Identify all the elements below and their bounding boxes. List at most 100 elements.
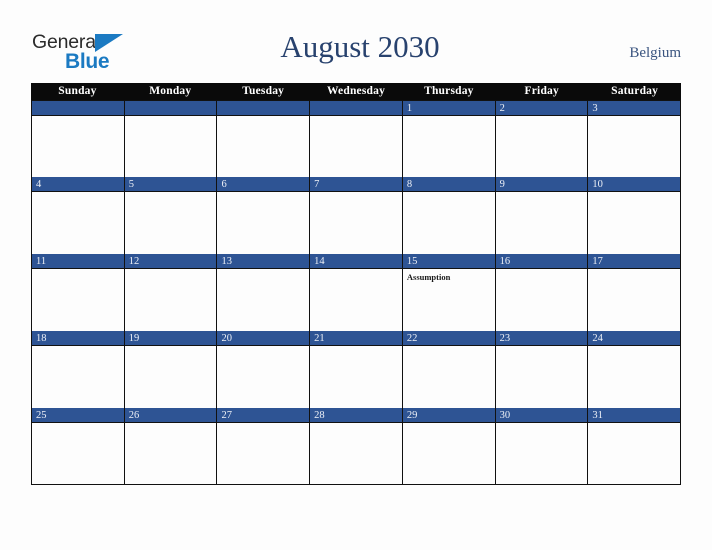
day-events <box>588 269 680 331</box>
calendar-grid: Sunday Monday Tuesday Wednesday Thursday… <box>31 83 682 485</box>
day-events <box>217 192 309 254</box>
day-events <box>588 423 680 484</box>
calendar-day-cell[interactable]: 2 <box>495 101 589 177</box>
day-events <box>310 269 402 331</box>
day-events <box>588 192 680 254</box>
calendar-day-cell[interactable]: 31 <box>588 408 682 484</box>
calendar-day-cell[interactable]: 4 <box>32 177 125 254</box>
calendar-day-cell[interactable]: 21 <box>310 331 403 408</box>
calendar-day-cell[interactable]: 28 <box>310 408 403 484</box>
day-number: 19 <box>124 331 217 346</box>
day-number: 7 <box>310 177 402 192</box>
day-events <box>32 423 124 484</box>
day-number: 13 <box>217 254 310 269</box>
calendar-day-cell[interactable]: 27 <box>217 408 311 484</box>
day-events <box>403 423 495 484</box>
day-number: 25 <box>32 408 124 423</box>
calendar-week-row: 123 <box>31 100 682 177</box>
day-events <box>310 346 402 408</box>
day-events <box>310 423 402 484</box>
day-events <box>496 423 588 484</box>
weekday-header-sunday: Sunday <box>58 85 97 97</box>
calendar-week-row: 4 5 6 7 8 9 10 <box>31 177 682 254</box>
day-number <box>217 101 310 116</box>
day-number: 6 <box>217 177 310 192</box>
day-events <box>496 116 588 177</box>
day-number: 26 <box>124 408 217 423</box>
calendar-day-cell[interactable]: 3 <box>588 101 682 177</box>
weekday-header-wednesday: Wednesday <box>326 85 386 97</box>
day-number: 12 <box>124 254 217 269</box>
calendar-day-cell-empty <box>32 101 125 177</box>
weekday-header-tuesday: Tuesday <box>242 85 285 97</box>
calendar-day-cell[interactable]: 23 <box>495 331 589 408</box>
weekday-header-row: Sunday Monday Tuesday Wednesday Thursday… <box>31 83 681 100</box>
day-events <box>588 116 680 177</box>
day-number <box>310 101 402 116</box>
day-events <box>217 269 309 331</box>
calendar-day-cell[interactable]: 20 <box>217 331 311 408</box>
calendar-day-cell[interactable]: 14 <box>310 254 403 331</box>
day-number: 2 <box>495 101 588 116</box>
calendar-day-cell[interactable]: 7 <box>310 177 403 254</box>
calendar-day-cell[interactable]: 10 <box>588 177 682 254</box>
day-events <box>125 346 217 408</box>
day-number: 1 <box>402 101 495 116</box>
day-events <box>125 269 217 331</box>
calendar-day-cell[interactable]: 11 <box>32 254 125 331</box>
calendar-day-cell[interactable]: 22 <box>402 331 496 408</box>
day-number <box>32 101 124 116</box>
day-number: 22 <box>402 331 495 346</box>
day-number: 17 <box>588 254 681 269</box>
calendar-day-cell[interactable]: 29 <box>402 408 496 484</box>
calendar-week-row: 25 26 27 28 29 30 31 <box>31 408 682 485</box>
day-events <box>125 116 217 177</box>
day-events <box>496 269 588 331</box>
day-number: 10 <box>588 177 681 192</box>
page-title: August 2030 <box>280 29 440 64</box>
holiday-label: Assumption <box>406 272 451 282</box>
day-events <box>310 116 402 177</box>
day-number: 3 <box>588 101 681 116</box>
calendar-day-cell[interactable]: 9 <box>495 177 589 254</box>
day-number: 27 <box>217 408 310 423</box>
day-number: 11 <box>32 254 124 269</box>
weekday-header-friday: Friday <box>524 85 559 97</box>
day-number: 9 <box>495 177 588 192</box>
region-label: Belgium <box>629 45 681 61</box>
calendar-day-cell[interactable]: 30 <box>495 408 589 484</box>
calendar-day-cell[interactable]: 12 <box>124 254 218 331</box>
calendar-day-cell[interactable]: 1 <box>402 101 496 177</box>
day-events <box>496 192 588 254</box>
day-number: 8 <box>402 177 495 192</box>
day-events: Assumption <box>403 269 495 331</box>
calendar-day-cell[interactable]: 25 <box>32 408 125 484</box>
day-events <box>403 192 495 254</box>
calendar-day-cell[interactable]: 19 <box>124 331 218 408</box>
day-number: 4 <box>32 177 124 192</box>
day-events <box>125 423 217 484</box>
calendar-day-cell[interactable]: 24 <box>588 331 682 408</box>
calendar-day-cell[interactable]: 13 <box>217 254 311 331</box>
day-number: 18 <box>32 331 124 346</box>
calendar-day-cell-empty <box>217 101 311 177</box>
calendar-day-cell[interactable]: 6 <box>217 177 311 254</box>
day-events <box>403 116 495 177</box>
calendar-day-cell[interactable]: 8 <box>402 177 496 254</box>
calendar-day-cell[interactable]: 18 <box>32 331 125 408</box>
weekday-header-thursday: Thursday <box>424 85 474 97</box>
day-number: 20 <box>217 331 310 346</box>
day-events <box>32 269 124 331</box>
calendar-day-cell[interactable]: 5 <box>124 177 218 254</box>
day-events <box>217 116 309 177</box>
calendar-day-cell[interactable]: 15 Assumption <box>402 254 496 331</box>
calendar-day-cell[interactable]: 16 <box>495 254 589 331</box>
day-number: 21 <box>310 331 402 346</box>
calendar-day-cell-empty <box>310 101 403 177</box>
day-number: 28 <box>310 408 402 423</box>
calendar-day-cell[interactable]: 17 <box>588 254 682 331</box>
weekday-header-monday: Monday <box>149 85 192 97</box>
brand-logo[interactable]: General Blue <box>32 32 142 76</box>
day-events <box>217 423 309 484</box>
calendar-day-cell[interactable]: 26 <box>124 408 218 484</box>
